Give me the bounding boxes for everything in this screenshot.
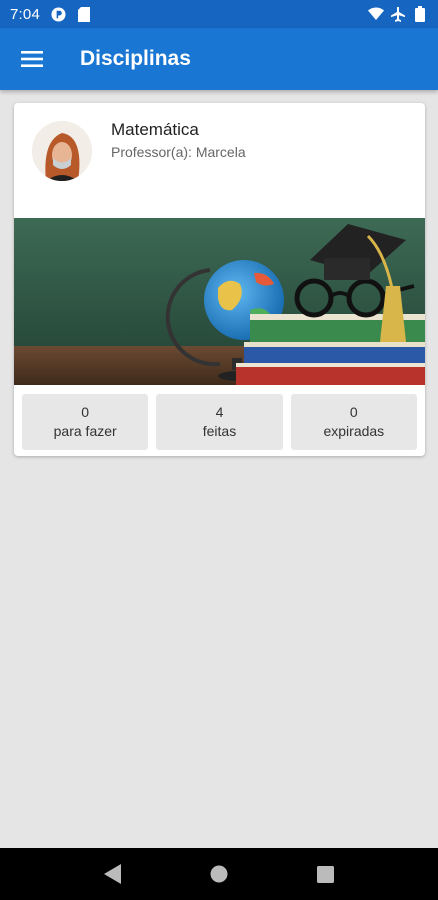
wifi-icon [368,6,384,22]
stat-count: 0 [349,404,358,420]
course-card[interactable]: Matemática Professor(a): Marcela 0 para … [14,103,425,456]
system-nav-bar [0,848,438,900]
app-bar: Disciplinas [0,28,438,90]
recents-icon [316,865,334,883]
status-time: 7:04 [10,5,40,23]
back-button[interactable] [93,854,133,894]
course-card-header[interactable]: Matemática Professor(a): Marcela [14,103,425,218]
stat-expired[interactable]: 0 expiradas [290,394,417,450]
stat-label: para fazer [53,423,117,439]
airplane-icon [390,6,406,22]
assignment-stats: 0 para fazer 4 feitas 0 expiradas [14,394,425,450]
teacher-avatar [32,121,92,181]
teacher-label: Professor(a): [111,144,192,160]
sd-card-icon [76,6,92,22]
stat-count: 4 [215,404,224,420]
menu-button[interactable] [0,28,64,90]
stat-label: expiradas [323,423,385,439]
teacher-row: Professor(a): Marcela [111,144,246,160]
stat-label: feitas [202,423,237,439]
subject-name: Matemática [111,120,199,139]
teacher-name: Marcela [195,144,246,160]
status-right [368,6,428,22]
back-icon [104,864,121,884]
status-left: 7:04 [10,6,92,23]
home-icon [210,865,228,883]
stat-done[interactable]: 4 feitas [156,394,283,450]
status-bar: 7:04 [0,0,438,28]
p-circle-icon [50,6,66,22]
stat-count: 0 [81,404,90,420]
recents-button[interactable] [305,854,345,894]
menu-icon [21,51,43,67]
course-banner-image [14,218,425,385]
battery-icon [412,6,428,22]
home-button[interactable] [199,854,239,894]
page-title: Disciplinas [80,47,191,70]
stat-to-do[interactable]: 0 para fazer [22,394,149,450]
